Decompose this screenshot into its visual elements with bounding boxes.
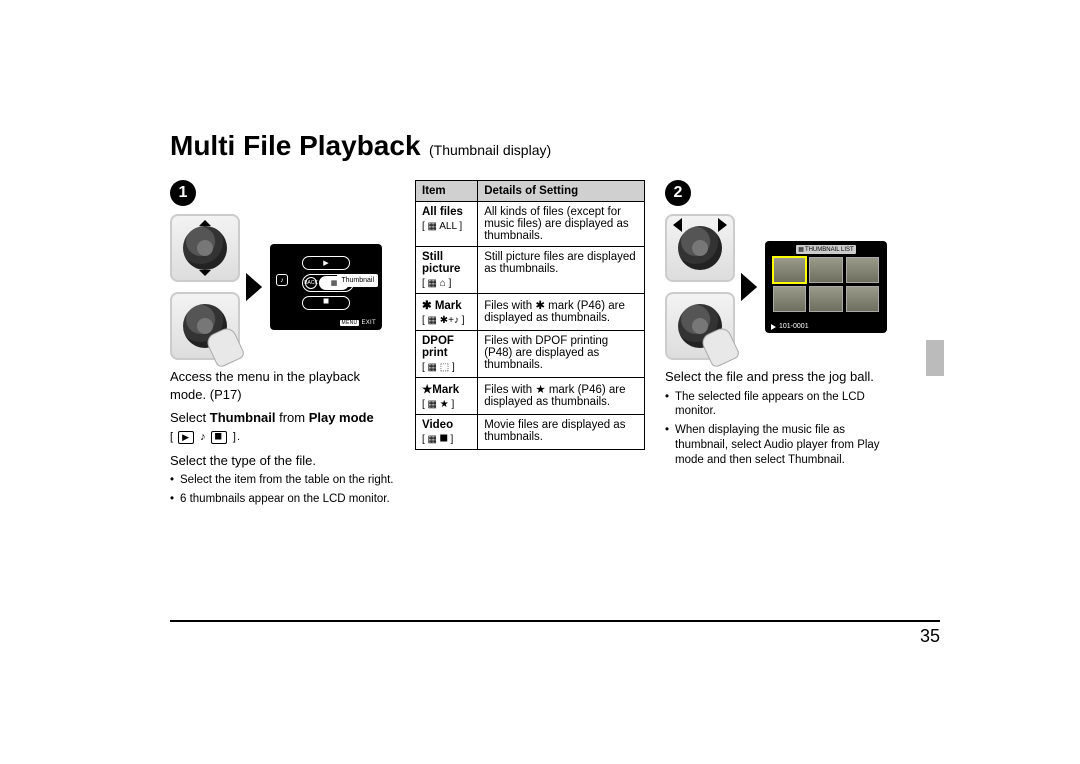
page-number: 35 — [170, 626, 940, 647]
list-item: 6 thumbnails appear on the LCD monitor. — [170, 492, 395, 507]
table-row: Still picture[ ▦ ⌂ ] Still picture files… — [416, 247, 645, 294]
step-1-column: 1 ♪ ▶ — [170, 180, 395, 511]
music-icon: ♪ — [276, 274, 288, 286]
page-title: Multi File Playback — [170, 130, 421, 161]
settings-table-column: Item Details of Setting All files[ ▦ ALL… — [415, 180, 645, 450]
table-row: DPOF print[ ▦ ⬚ ] Files with DPOF printi… — [416, 331, 645, 378]
step-1-text-2: Select Thumbnail from Play mode — [170, 409, 395, 427]
list-item: Select the item from the table on the ri… — [170, 473, 395, 488]
jog-ball-press-icon — [665, 292, 735, 360]
thumbnail-tooltip: Thumbnail — [337, 274, 378, 287]
step-2-text-1: Select the file and press the jog ball. — [665, 368, 890, 386]
step-1-badge: 1 — [170, 180, 196, 206]
jog-ball-illustrations — [665, 214, 735, 360]
step-2-badge: 2 — [665, 180, 691, 206]
page-title-row: Multi File Playback (Thumbnail display) — [170, 130, 940, 162]
lcd-footer: 101-0001 — [771, 323, 809, 330]
step-1-text-3: Select the type of the file. — [170, 452, 395, 470]
step-1-text-1: Access the menu in the playback mode. (P… — [170, 368, 395, 403]
step-2-illustration: ▦THUMBNAIL LIST 101-0001 — [665, 214, 890, 360]
settings-table: Item Details of Setting All files[ ▦ ALL… — [415, 180, 645, 450]
list-item: The selected file appears on the LCD mon… — [665, 390, 890, 420]
leads-to-arrow-icon — [248, 275, 262, 299]
menu-item-icon: ▶ — [302, 256, 350, 270]
play-mode-icons: [ ▶ ♪ ⯀ ]. — [170, 431, 395, 444]
leads-to-arrow-icon — [743, 275, 757, 299]
page-edge-tab — [926, 340, 944, 376]
back-icon: BACK — [305, 277, 317, 289]
table-row: Video[ ▦ ⯀ ] Movie files are displayed a… — [416, 415, 645, 450]
step-2-bullets: The selected file appears on the LCD mon… — [665, 390, 890, 469]
table-row: ★Mark[ ▦ ★ ] Files with ★ mark (P46) are… — [416, 378, 645, 415]
table-row: All files[ ▦ ALL ] All kinds of files (e… — [416, 202, 645, 247]
step-1-illustration: ♪ ▶ BACK ▦ ⯀ Thumbnail MENU EXIT — [170, 214, 395, 360]
table-head-detail: Details of Setting — [478, 181, 645, 202]
table-row: ✱ Mark[ ▦ ✱+♪ ] Files with ✱ mark (P46) … — [416, 294, 645, 331]
manual-page: Multi File Playback (Thumbnail display) … — [170, 130, 940, 511]
jog-ball-scroll-icon — [170, 214, 240, 282]
jog-ball-scroll-h-icon — [665, 214, 735, 282]
lcd-menu-mock: ♪ ▶ BACK ▦ ⯀ Thumbnail MENU EXIT — [270, 244, 382, 330]
thumbnail-grid-icon — [769, 257, 883, 312]
lcd-title: ▦THUMBNAIL LIST — [796, 245, 855, 254]
step-1-bullets: Select the item from the table on the ri… — [170, 473, 395, 507]
jog-ball-illustrations — [170, 214, 240, 360]
content-columns: 1 ♪ ▶ — [170, 180, 940, 511]
table-head-item: Item — [416, 181, 478, 202]
lcd-thumbnail-mock: ▦THUMBNAIL LIST 101-0001 — [765, 241, 887, 333]
menu-exit-label: MENU EXIT — [340, 320, 376, 326]
step-2-column: 2 ▦THUMBNAIL LIST — [665, 180, 890, 472]
page-footer: 35 — [170, 620, 940, 647]
menu-item-icon: ⯀ — [302, 296, 350, 310]
page-subtitle: (Thumbnail display) — [429, 142, 551, 158]
jog-ball-press-icon — [170, 292, 240, 360]
footer-rule — [170, 620, 940, 622]
list-item: When displaying the music file as thumbn… — [665, 423, 890, 468]
